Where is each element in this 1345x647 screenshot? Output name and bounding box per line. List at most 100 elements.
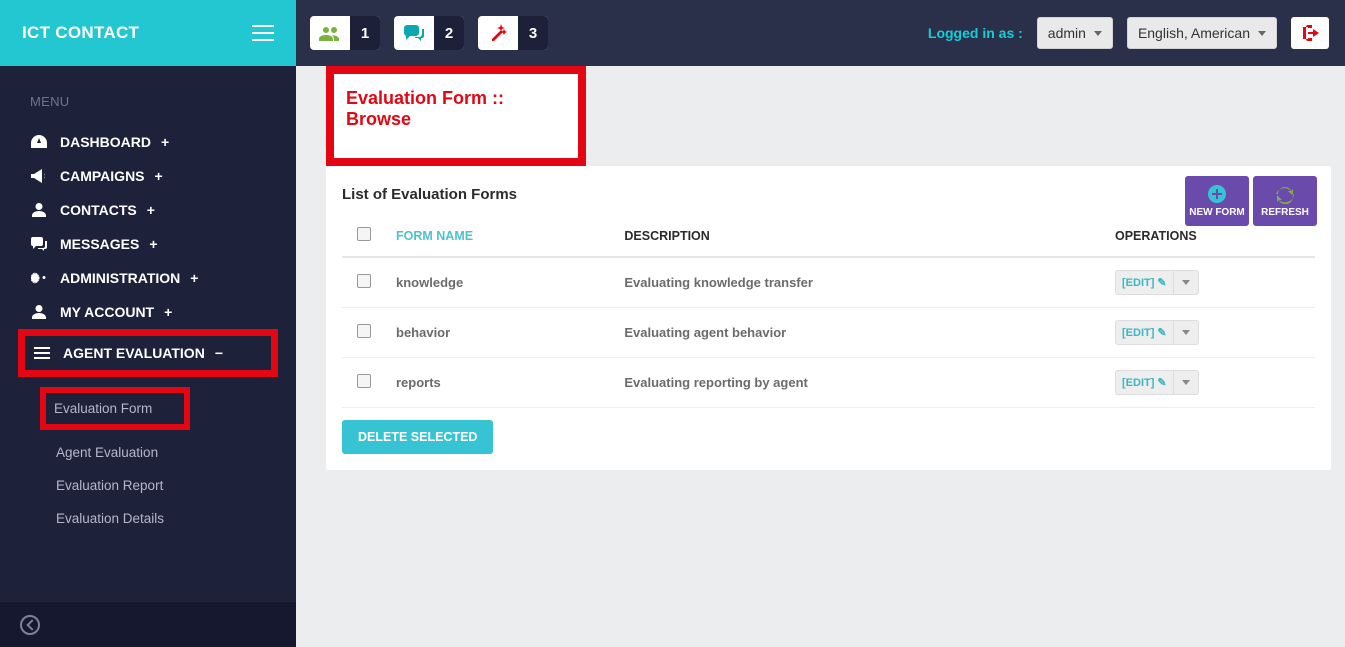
edit-button[interactable]: [EDIT]✎ <box>1115 370 1174 395</box>
step-1[interactable]: 1 <box>310 16 380 50</box>
row-checkbox[interactable] <box>357 274 371 288</box>
refresh-label: REFRESH <box>1261 207 1309 218</box>
op-dropdown[interactable] <box>1174 270 1199 295</box>
refresh-icon <box>1275 184 1295 204</box>
user-icon <box>30 203 48 217</box>
delete-selected-button[interactable]: DELETE SELECTED <box>342 420 493 454</box>
row-name: behavior <box>396 325 450 340</box>
nav-label: AGENT EVALUATION <box>63 345 205 361</box>
col-form-name[interactable]: FORM NAME <box>386 215 614 257</box>
nav-label: ADMINISTRATION <box>60 270 180 286</box>
logout-icon <box>1301 25 1319 41</box>
nav-list: DASHBOARD + CAMPAIGNS + CONTACTS + MESSA… <box>0 125 296 377</box>
nav-label: CONTACTS <box>60 202 137 218</box>
nav-administration[interactable]: ADMINISTRATION + <box>0 261 296 295</box>
nav-contacts[interactable]: CONTACTS + <box>0 193 296 227</box>
hamburger-icon[interactable] <box>252 25 274 41</box>
row-desc: Evaluating knowledge transfer <box>624 275 813 290</box>
edit-button[interactable]: [EDIT]✎ <box>1115 320 1174 345</box>
subnav-agent-evaluation[interactable]: Agent Evaluation <box>0 436 296 469</box>
users-icon <box>310 16 350 50</box>
step-number: 3 <box>518 16 548 50</box>
language-selected: English, American <box>1138 25 1250 41</box>
op-dropdown[interactable] <box>1174 370 1199 395</box>
subnav-evaluation-report[interactable]: Evaluation Report <box>0 469 296 502</box>
pencil-icon: ✎ <box>1157 376 1166 389</box>
caret-down-icon <box>1094 31 1102 36</box>
brand-title: ICT CONTACT <box>22 23 139 43</box>
refresh-button[interactable]: REFRESH <box>1253 176 1317 226</box>
main: 1 2 3 Logged in as : admin Englis <box>296 0 1345 647</box>
plus-icon: + <box>155 168 163 184</box>
edit-label: [EDIT] <box>1122 327 1154 339</box>
menu-label: MENU <box>0 66 296 125</box>
op-group: [EDIT]✎ <box>1115 270 1199 295</box>
nav-campaigns[interactable]: CAMPAIGNS + <box>0 159 296 193</box>
plus-icon: + <box>147 202 155 218</box>
user2-icon <box>30 305 48 319</box>
edit-label: [EDIT] <box>1122 377 1154 389</box>
step-3[interactable]: 3 <box>478 16 548 50</box>
plus-icon: + <box>190 270 198 286</box>
caret-down-icon <box>1182 280 1190 285</box>
row-checkbox[interactable] <box>357 374 371 388</box>
nav-label: MESSAGES <box>60 236 139 252</box>
bullhorn-icon <box>30 169 48 183</box>
sidebar-bottom <box>0 602 296 647</box>
page-heading-box: Evaluation Form :: Browse <box>326 66 586 166</box>
user-select[interactable]: admin <box>1037 17 1113 49</box>
comments-icon <box>30 237 48 251</box>
nav-dashboard[interactable]: DASHBOARD + <box>0 125 296 159</box>
nav-messages[interactable]: MESSAGES + <box>0 227 296 261</box>
plus-icon: + <box>149 236 157 252</box>
sidebar: ICT CONTACT MENU DASHBOARD + CAMPAIGNS +… <box>0 0 296 647</box>
minus-icon: − <box>215 345 223 361</box>
logout-button[interactable] <box>1291 17 1329 49</box>
row-desc: Evaluating agent behavior <box>624 325 786 340</box>
pencil-icon: ✎ <box>1157 276 1166 289</box>
edit-label: [EDIT] <box>1122 277 1154 289</box>
select-all-checkbox[interactable] <box>357 227 371 241</box>
pencil-icon: ✎ <box>1157 326 1166 339</box>
panel-head: List of Evaluation Forms <box>326 166 1331 215</box>
step-2[interactable]: 2 <box>394 16 464 50</box>
action-buttons: NEW FORM REFRESH <box>1185 176 1317 226</box>
op-group: [EDIT]✎ <box>1115 370 1199 395</box>
table-wrap: FORM NAME DESCRIPTION OPERATIONS knowled… <box>326 215 1331 470</box>
nav-label: DASHBOARD <box>60 134 151 150</box>
collapse-icon[interactable] <box>20 615 40 635</box>
page-heading: Evaluation Form :: Browse <box>346 88 566 130</box>
table-row: behavior Evaluating agent behavior [EDIT… <box>342 308 1315 358</box>
nav-label: MY ACCOUNT <box>60 304 154 320</box>
new-form-label: NEW FORM <box>1189 207 1245 218</box>
list-icon <box>33 347 51 359</box>
language-select[interactable]: English, American <box>1127 17 1277 49</box>
subnav-evaluation-form[interactable]: Evaluation Form <box>46 393 184 424</box>
new-form-button[interactable]: NEW FORM <box>1185 176 1249 226</box>
user-selected: admin <box>1048 25 1086 41</box>
cogs-icon <box>30 271 48 285</box>
op-group: [EDIT]✎ <box>1115 320 1199 345</box>
col-description: DESCRIPTION <box>614 215 1105 257</box>
nav-agent-evaluation[interactable]: AGENT EVALUATION − <box>25 336 271 370</box>
step-number: 2 <box>434 16 464 50</box>
brand-bar: ICT CONTACT <box>0 0 296 66</box>
subnav-evaluation-details[interactable]: Evaluation Details <box>0 502 296 535</box>
row-name: reports <box>396 375 441 390</box>
edit-button[interactable]: [EDIT]✎ <box>1115 270 1174 295</box>
caret-down-icon <box>1182 330 1190 335</box>
nav-label: CAMPAIGNS <box>60 168 145 184</box>
magic-wand-icon <box>478 16 518 50</box>
panel: List of Evaluation Forms NEW FORM REFRES… <box>326 166 1331 470</box>
caret-down-icon <box>1182 380 1190 385</box>
op-dropdown[interactable] <box>1174 320 1199 345</box>
row-desc: Evaluating reporting by agent <box>624 375 807 390</box>
dashboard-icon <box>30 135 48 149</box>
row-checkbox[interactable] <box>357 324 371 338</box>
comments2-icon <box>394 16 434 50</box>
plus-circle-icon <box>1207 184 1227 204</box>
nav-myaccount[interactable]: MY ACCOUNT + <box>0 295 296 329</box>
plus-icon: + <box>164 304 172 320</box>
topbar-right: Logged in as : admin English, American <box>928 17 1329 49</box>
subnav-list: Evaluation Form Agent Evaluation Evaluat… <box>0 377 296 545</box>
